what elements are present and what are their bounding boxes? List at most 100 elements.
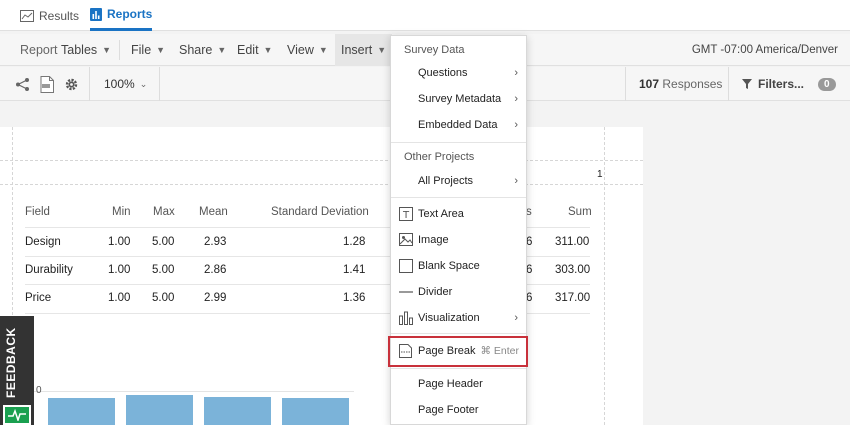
report-prefix: Report	[20, 43, 58, 57]
menu-divider	[119, 40, 120, 60]
chevron-down-icon: ▼	[263, 45, 273, 55]
menu-item-label: Divider	[418, 286, 453, 298]
feedback-label: FEEDBACK	[4, 327, 18, 398]
table-header-sum: Sum	[568, 206, 592, 218]
table-header-min: Min	[112, 206, 131, 218]
table-cell-max: 5.00	[152, 292, 175, 304]
menu-item-embedded-data[interactable]: Embedded Data ›	[391, 113, 526, 137]
menu-item-divider[interactable]: Divider	[391, 280, 526, 304]
table-header-sd: Standard Deviation	[271, 206, 369, 218]
timezone-label: GMT -07:00 America/Denver	[692, 34, 838, 66]
chevron-down-icon: ⌄	[139, 78, 148, 89]
share-menu-label: Share	[179, 43, 213, 57]
table-cell-min: 1.00	[108, 292, 131, 304]
edit-menu-label: Edit	[237, 43, 259, 57]
page-break-highlight	[388, 336, 528, 367]
table-cell-mean: 2.93	[204, 236, 227, 248]
tab-reports[interactable]: Reports	[90, 0, 153, 31]
menu-item-label: Page Header	[418, 378, 483, 390]
chart-bar	[204, 396, 271, 425]
share-icon-button[interactable]	[15, 67, 30, 101]
table-cell-mean: 2.86	[204, 264, 227, 276]
page-guide	[604, 127, 605, 425]
table-cell-sum: 303.00	[555, 264, 591, 276]
zoom-selector[interactable]: 100% ⌄	[104, 67, 147, 101]
menu-item-label: Text Area	[418, 208, 464, 220]
gear-icon	[65, 78, 78, 90]
menu-item-survey-metadata[interactable]: Survey Metadata ›	[391, 87, 526, 111]
feedback-tab[interactable]: FEEDBACK	[0, 316, 34, 425]
chevron-right-icon: ›	[514, 312, 518, 324]
filter-icon	[742, 79, 752, 89]
toolbar-divider	[159, 67, 160, 101]
chevron-right-icon: ›	[514, 93, 518, 105]
table-cell-sum: 317.00	[555, 292, 591, 304]
filters-button[interactable]: Filters... 0	[742, 67, 836, 101]
menu-item-page-footer[interactable]: Page Footer	[391, 398, 526, 422]
insert-menu[interactable]: Insert ▼	[335, 34, 393, 66]
menu-item-text-area[interactable]: T Text Area	[391, 202, 526, 226]
table-cell-min: 1.00	[108, 236, 131, 248]
dropdown-section-survey-data: Survey Data	[404, 44, 465, 56]
dropdown-divider	[391, 333, 526, 334]
settings-button[interactable]	[64, 67, 79, 101]
results-icon	[20, 9, 34, 22]
tab-results-label: Results	[39, 8, 80, 23]
menu-item-blank-space[interactable]: Blank Space	[391, 254, 526, 278]
file-menu[interactable]: File ▼	[131, 34, 165, 66]
tab-results[interactable]: Results	[20, 0, 79, 31]
chevron-right-icon: ›	[514, 175, 518, 187]
table-cell-mean: 2.99	[204, 292, 227, 304]
view-menu[interactable]: View ▼	[287, 34, 328, 66]
menu-item-page-header[interactable]: Page Header	[391, 372, 526, 396]
chart-bar	[48, 398, 115, 425]
visualization-icon	[399, 311, 413, 325]
table-cell-field: Price	[25, 292, 52, 304]
menu-item-label: Visualization	[418, 312, 480, 324]
toolbar-divider	[625, 67, 626, 101]
menu-item-visualization[interactable]: Visualization ›	[391, 306, 526, 330]
pdf-export-button[interactable]	[40, 67, 54, 101]
table-cell-sd: 1.28	[343, 236, 366, 248]
menu-item-label: Image	[418, 234, 449, 246]
chart-bar	[126, 395, 193, 425]
table-cell-sd: 1.36	[343, 292, 366, 304]
dropdown-section-other-projects: Other Projects	[404, 151, 475, 163]
menu-item-label: Survey Metadata	[418, 93, 502, 105]
pdf-icon	[40, 75, 54, 93]
pulse-icon	[3, 405, 31, 425]
report-name: Tables	[61, 43, 98, 57]
table-cell-sd: 1.41	[343, 264, 366, 276]
tab-reports-label: Reports	[107, 7, 153, 21]
chart-gridline	[34, 391, 354, 392]
share-menu[interactable]: Share ▼	[179, 34, 226, 66]
filters-label: Filters...	[758, 77, 805, 91]
menu-item-questions[interactable]: Questions ›	[391, 61, 526, 85]
chevron-down-icon: ▼	[156, 45, 166, 55]
table-cell-max: 5.00	[152, 236, 175, 248]
table-cell-field: Durability	[25, 264, 73, 276]
menu-item-label: Blank Space	[418, 260, 480, 272]
toolbar-divider	[728, 67, 729, 101]
menu-item-all-projects[interactable]: All Projects ›	[391, 169, 526, 193]
chevron-down-icon: ▼	[217, 45, 227, 55]
page-guide	[0, 184, 643, 185]
chart-axis-label: 0	[36, 385, 42, 396]
page-number: 1	[597, 169, 603, 180]
toolbar-divider	[89, 67, 90, 101]
divider-icon	[399, 291, 413, 293]
responses-label: Responses	[662, 77, 723, 91]
menu-item-label: Page Footer	[418, 404, 479, 416]
table-header-field: Field	[25, 206, 50, 218]
dropdown-divider	[391, 197, 526, 198]
table-cell-max: 5.00	[152, 264, 175, 276]
image-icon	[399, 233, 413, 246]
table-cell-min: 1.00	[108, 264, 131, 276]
edit-menu[interactable]: Edit ▼	[237, 34, 272, 66]
responses-count: 107	[639, 77, 660, 91]
report-selector[interactable]: Report Tables ▼	[20, 34, 111, 66]
dropdown-divider	[391, 142, 526, 143]
menu-item-label: Embedded Data	[418, 119, 498, 131]
top-nav: Results Reports	[0, 0, 850, 31]
menu-item-image[interactable]: Image	[391, 228, 526, 252]
